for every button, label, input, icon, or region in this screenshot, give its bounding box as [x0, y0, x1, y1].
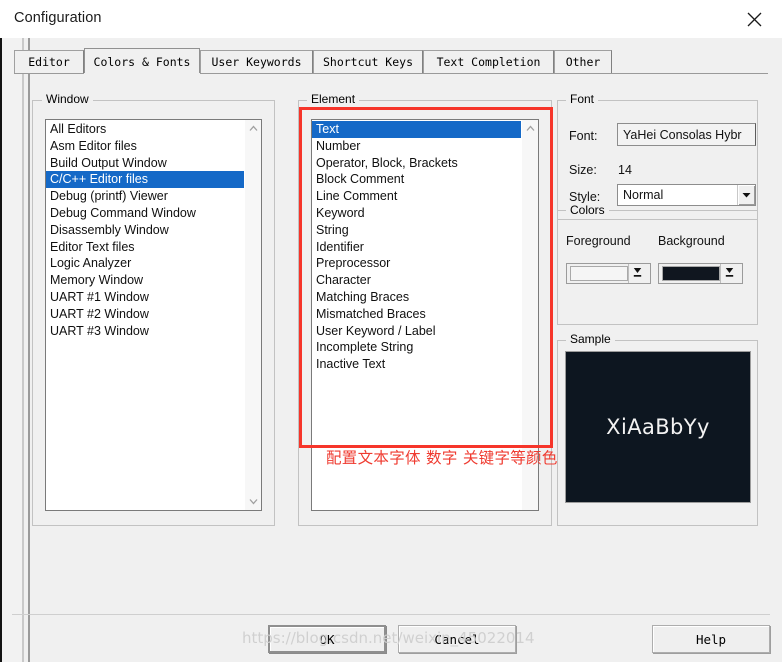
tab-other[interactable]: Other [554, 50, 612, 73]
element-group-label: Element [307, 92, 360, 106]
style-select-value: Normal [623, 188, 664, 202]
background-color-swatch[interactable] [662, 266, 720, 281]
foreground-dropdown-button[interactable] [628, 264, 645, 283]
window-edge-line-2 [28, 38, 30, 662]
swatch-dropdown-icon [633, 267, 642, 281]
scroll-down-button[interactable] [245, 493, 261, 510]
annotation-note: 配置文本字体 数字 关键字等颜色 [326, 449, 558, 467]
list-item[interactable]: Number [312, 138, 521, 155]
list-item-selected[interactable]: Text [312, 121, 521, 138]
help-button[interactable]: Help [652, 625, 770, 653]
list-item[interactable]: All Editors [46, 121, 244, 138]
close-icon [747, 12, 762, 27]
font-name-button[interactable]: YaHei Consolas Hybr [617, 123, 756, 146]
tab-editor[interactable]: Editor [14, 50, 84, 73]
window-list-scrollbar[interactable] [244, 120, 261, 510]
footer-separator [12, 614, 770, 615]
list-item[interactable]: Debug (printf) Viewer [46, 188, 244, 205]
list-item[interactable]: Matching Braces [312, 289, 521, 306]
list-item[interactable]: User Keyword / Label [312, 323, 521, 340]
configuration-dialog: Editor Colors & Fonts User Keywords Shor… [0, 38, 782, 662]
list-item[interactable]: Operator, Block, Brackets [312, 155, 521, 172]
list-item[interactable]: UART #3 Window [46, 323, 244, 340]
list-item[interactable]: Disassembly Window [46, 222, 244, 239]
tab-colors-and-fonts[interactable]: Colors & Fonts [84, 48, 200, 75]
tab-text-completion[interactable]: Text Completion [423, 50, 554, 73]
font-group-label: Font [566, 92, 599, 106]
list-item[interactable]: Debug Command Window [46, 205, 244, 222]
chevron-down-icon [249, 498, 258, 505]
colors-group-label: Colors [566, 203, 609, 217]
swatch-dropdown-icon [725, 267, 734, 281]
foreground-color-picker[interactable] [566, 263, 651, 284]
background-color-picker[interactable] [658, 263, 743, 284]
scroll-up-button[interactable] [522, 120, 538, 137]
sample-preview: XiAaBbYy [565, 351, 751, 503]
list-item-selected[interactable]: C/C++ Editor files [46, 171, 244, 189]
list-item[interactable]: Block Comment [312, 171, 521, 188]
caret-down-icon[interactable] [737, 185, 755, 205]
tab-selected-notch [84, 73, 200, 75]
list-item[interactable]: Logic Analyzer [46, 255, 244, 272]
scrollbar-track[interactable] [245, 137, 261, 493]
style-field-label: Style: [569, 190, 601, 204]
chevron-up-icon [526, 125, 535, 132]
list-item[interactable]: Line Comment [312, 188, 521, 205]
list-item[interactable]: Incomplete String [312, 339, 521, 356]
window-listbox[interactable]: All Editors Asm Editor files Build Outpu… [45, 119, 262, 511]
sample-group-label: Sample [566, 332, 615, 346]
list-item[interactable]: Asm Editor files [46, 138, 244, 155]
page-title: Configuration [14, 10, 102, 26]
window-edge-fill [2, 38, 22, 662]
list-item[interactable]: Editor Text files [46, 239, 244, 256]
background-label: Background [658, 234, 725, 248]
foreground-color-swatch[interactable] [570, 266, 628, 281]
list-item[interactable]: Build Output Window [46, 155, 244, 172]
tab-shortcut-keys[interactable]: Shortcut Keys [313, 50, 423, 73]
list-item[interactable]: UART #1 Window [46, 289, 244, 306]
tab-bar: Editor Colors & Fonts User Keywords Shor… [14, 48, 768, 75]
font-field-label: Font: [569, 129, 598, 143]
list-item[interactable]: Memory Window [46, 272, 244, 289]
foreground-label: Foreground [566, 234, 631, 248]
list-item[interactable]: String [312, 222, 521, 239]
window-list-items: All Editors Asm Editor files Build Outpu… [46, 120, 244, 510]
watermark: https://blog.csdn.net/weixin_45022014 [242, 629, 535, 647]
list-item[interactable]: Identifier [312, 239, 521, 256]
close-button[interactable] [732, 4, 776, 34]
list-item[interactable]: Character [312, 272, 521, 289]
list-item[interactable]: UART #2 Window [46, 306, 244, 323]
sample-text: XiAaBbYy [606, 415, 710, 439]
size-value: 14 [618, 163, 632, 177]
window-edge-line-1 [22, 38, 24, 662]
background-dropdown-button[interactable] [720, 264, 737, 283]
tab-user-keywords[interactable]: User Keywords [200, 50, 313, 73]
list-item[interactable]: Keyword [312, 205, 521, 222]
title-bar: Configuration [0, 0, 782, 39]
window-group-label: Window [42, 92, 93, 106]
size-field-label: Size: [569, 163, 597, 177]
list-item[interactable]: Preprocessor [312, 255, 521, 272]
list-item[interactable]: Inactive Text [312, 356, 521, 373]
list-item[interactable]: Mismatched Braces [312, 306, 521, 323]
scroll-up-button[interactable] [245, 120, 261, 137]
scrollbar-track[interactable] [522, 137, 538, 493]
chevron-up-icon [249, 125, 258, 132]
style-select[interactable]: Normal [617, 184, 756, 206]
